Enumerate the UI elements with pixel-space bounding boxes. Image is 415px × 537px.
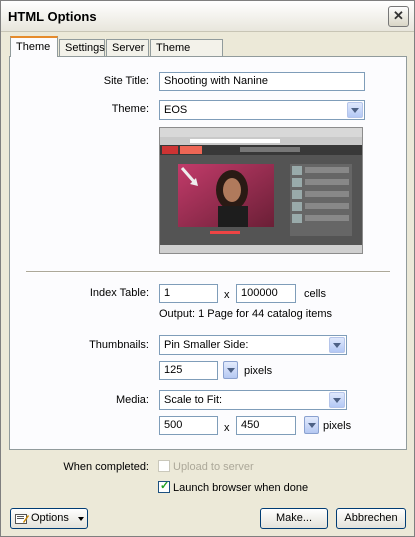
thumbnail-size-dropdown[interactable] bbox=[223, 361, 238, 379]
thumbnails-mode-select[interactable]: Pin Smaller Side: bbox=[159, 335, 347, 355]
thumbnail-pixels-unit: pixels bbox=[244, 365, 273, 377]
launch-browser-checkbox[interactable]: ✓ bbox=[158, 480, 170, 493]
upload-to-server-label: Upload to server bbox=[173, 461, 254, 473]
make-button[interactable]: Make... bbox=[260, 508, 328, 529]
title-bar: HTML Options ✕ bbox=[1, 1, 414, 32]
index-table-label: Index Table: bbox=[89, 287, 149, 299]
site-title-label: Site Title: bbox=[103, 75, 149, 87]
options-button-label: Options bbox=[31, 512, 69, 524]
media-mode-value: Scale to Fit: bbox=[164, 394, 223, 406]
index-table-rows-input[interactable]: 100000 bbox=[236, 284, 296, 303]
index-table-columns-input[interactable]: 1 bbox=[159, 284, 218, 303]
chevron-down-icon[interactable] bbox=[347, 102, 363, 118]
options-icon bbox=[15, 514, 29, 524]
html-options-dialog: HTML Options ✕ Settings Server Theme Fie… bbox=[0, 0, 415, 537]
chevron-down-icon[interactable] bbox=[329, 392, 345, 408]
tab-server[interactable]: Server bbox=[106, 39, 149, 56]
close-button[interactable]: ✕ bbox=[388, 6, 409, 27]
caret-down-icon bbox=[78, 517, 84, 521]
times-sign: x bbox=[224, 422, 230, 434]
times-sign: x bbox=[224, 289, 230, 301]
media-size-dropdown[interactable] bbox=[304, 416, 319, 434]
thumbnail-size-input[interactable]: 125 bbox=[159, 361, 218, 380]
site-title-input[interactable]: Shooting with Nanine bbox=[159, 72, 365, 91]
section-divider bbox=[26, 271, 390, 273]
output-summary: Output: 1 Page for 44 catalog items bbox=[159, 308, 333, 320]
tab-theme-fields[interactable]: Theme Fields bbox=[150, 39, 223, 71]
thumbnails-mode-value: Pin Smaller Side: bbox=[164, 339, 249, 351]
chevron-down-icon[interactable] bbox=[329, 337, 345, 353]
options-button[interactable]: Options bbox=[10, 508, 88, 529]
chevron-down-icon bbox=[308, 423, 316, 428]
tab-settings[interactable]: Settings bbox=[59, 39, 105, 56]
cancel-button[interactable]: Abbrechen bbox=[336, 508, 406, 529]
media-height-input[interactable]: 450 bbox=[236, 416, 296, 435]
media-width-input[interactable]: 500 bbox=[159, 416, 218, 435]
thumbnails-label: Thumbnails: bbox=[89, 339, 149, 351]
checkmark-icon: ✓ bbox=[160, 480, 170, 492]
theme-select-value: EOS bbox=[164, 104, 188, 116]
theme-preview-thumbnail bbox=[160, 128, 362, 253]
theme-preview-image bbox=[159, 127, 363, 254]
theme-select[interactable]: EOS bbox=[159, 100, 365, 120]
launch-browser-label: Launch browser when done bbox=[173, 482, 309, 494]
cells-unit-label: cells bbox=[304, 288, 327, 300]
media-label: Media: bbox=[115, 394, 149, 406]
theme-label: Theme: bbox=[111, 103, 149, 115]
when-completed-label: When completed: bbox=[63, 461, 149, 473]
upload-to-server-checkbox[interactable] bbox=[158, 460, 170, 472]
tab-theme[interactable]: Theme bbox=[10, 36, 58, 57]
media-mode-select[interactable]: Scale to Fit: bbox=[159, 390, 347, 410]
theme-panel: Site Title: Shooting with Nanine Theme: … bbox=[9, 56, 407, 450]
window-title: HTML Options bbox=[8, 9, 97, 24]
chevron-down-icon bbox=[227, 368, 235, 373]
media-pixels-unit: pixels bbox=[323, 420, 352, 432]
